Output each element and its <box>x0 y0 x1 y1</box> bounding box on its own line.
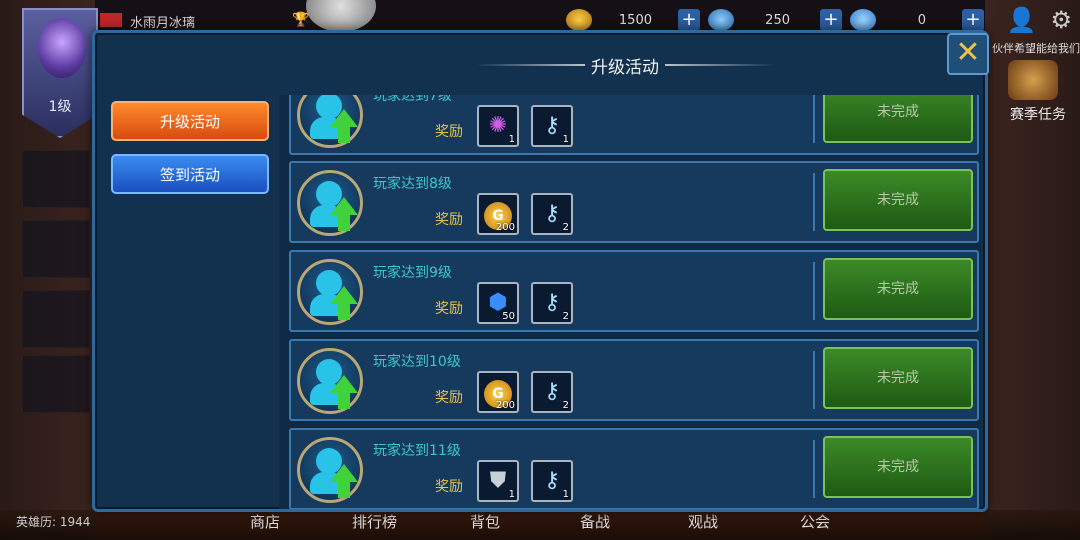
reward-label: 奖励 <box>435 212 463 228</box>
row-divider <box>813 440 815 498</box>
nav-leaderboard[interactable]: 排行榜 <box>352 511 397 532</box>
gold-amount: 1500 <box>618 13 652 28</box>
side-slot <box>22 355 90 413</box>
row-title: 玩家达到8级 <box>373 176 452 192</box>
item-count: 200 <box>495 400 515 411</box>
row-title: 玩家达到7级 <box>373 95 452 104</box>
level-up-icon <box>297 259 363 325</box>
reward-label: 奖励 <box>435 124 463 140</box>
row-divider <box>813 95 815 143</box>
row-title: 玩家达到9级 <box>373 265 452 281</box>
nav-prepare[interactable]: 备战 <box>580 511 610 532</box>
crystal-amount: 250 <box>765 13 790 28</box>
side-slot <box>22 150 90 208</box>
friends-icon[interactable]: 👤 <box>1007 6 1037 34</box>
top-right-icons: 👤 ⚙ <box>1007 6 1072 34</box>
item-count: 2 <box>562 400 569 411</box>
gear-icon[interactable]: ⚙ <box>1050 6 1072 34</box>
item-count: 200 <box>495 222 515 233</box>
list-item: 玩家达到11级 奖励 ⛊ 1 ⚷ 1 未完成 <box>289 428 979 509</box>
reward-label: 奖励 <box>435 301 463 317</box>
key-icon[interactable]: ⚷ 2 <box>531 193 573 235</box>
item-count: 1 <box>562 489 569 500</box>
key-icon[interactable]: ⚷ 2 <box>531 371 573 413</box>
row-title: 玩家达到10级 <box>373 354 461 370</box>
row-divider <box>813 351 815 409</box>
purple-orb-icon[interactable]: ✺ 1 <box>477 105 519 147</box>
row-divider <box>813 262 815 320</box>
blue-crystal-icon[interactable]: ⬢ 50 <box>477 282 519 324</box>
item-count: 2 <box>562 222 569 233</box>
item-count: 50 <box>502 311 515 322</box>
add-diamond-button[interactable]: + <box>962 9 984 31</box>
player-crest-icon <box>38 18 86 78</box>
list-item: 玩家达到8级 奖励 G 200 ⚷ 2 未完成 <box>289 161 979 243</box>
level-up-icon <box>297 95 363 148</box>
nav-guild[interactable]: 公会 <box>800 511 830 532</box>
player-avatar[interactable]: 1级 <box>22 8 98 138</box>
country-flag-icon <box>100 13 122 27</box>
activity-list[interactable]: 玩家达到7级 奖励 ✺ 1 ⚷ 1 未完成 玩家达到8级 奖励 G 200 ⚷ 2 未完… <box>279 95 981 509</box>
side-slot <box>22 220 90 278</box>
side-slot <box>22 290 90 348</box>
add-gold-button[interactable]: + <box>678 9 700 31</box>
diamond-amount: 0 <box>917 13 926 28</box>
tab-checkin-activity[interactable]: 签到活动 <box>111 154 269 194</box>
gold-coin-icon[interactable]: G 200 <box>477 193 519 235</box>
era-label: 英雄历: 1944 <box>16 515 91 529</box>
list-item: 玩家达到7级 奖励 ✺ 1 ⚷ 1 未完成 <box>289 95 979 155</box>
status-button[interactable]: 未完成 <box>823 258 973 320</box>
player-name: 水雨月冰璃 <box>130 16 196 31</box>
key-icon[interactable]: ⚷ 2 <box>531 282 573 324</box>
upgrade-activity-modal: 升级活动 ✕ 升级活动 签到活动 玩家达到7级 奖励 ✺ 1 ⚷ 1 未完成 玩家达… <box>92 30 989 512</box>
modal-header: 升级活动 <box>475 51 775 78</box>
level-up-icon <box>297 170 363 236</box>
gold-coin-icon[interactable]: G 200 <box>477 371 519 413</box>
status-button[interactable]: 未完成 <box>823 169 973 231</box>
gold-coin-icon <box>566 9 592 31</box>
status-button[interactable]: 未完成 <box>823 95 973 143</box>
tab-upgrade-activity[interactable]: 升级活动 <box>111 101 269 141</box>
reward-label: 奖励 <box>435 390 463 406</box>
item-count: 1 <box>508 489 515 500</box>
row-divider <box>813 173 815 231</box>
status-button[interactable]: 未完成 <box>823 347 973 409</box>
trophy-icon: 🏆 <box>292 12 310 28</box>
partner-text: 伙伴希望能给我们 <box>992 42 1080 55</box>
bottom-nav <box>0 510 1080 540</box>
level-up-icon <box>297 437 363 503</box>
add-crystal-button[interactable]: + <box>820 9 842 31</box>
level-up-icon <box>297 348 363 414</box>
key-icon[interactable]: ⚷ 1 <box>531 460 573 502</box>
item-count: 1 <box>508 134 515 145</box>
season-task-label: 赛季任务 <box>1010 107 1066 123</box>
list-item: 玩家达到10级 奖励 G 200 ⚷ 2 未完成 <box>289 339 979 421</box>
row-title: 玩家达到11级 <box>373 443 461 459</box>
header-line <box>665 64 775 66</box>
reward-label: 奖励 <box>435 479 463 495</box>
helmet-stone-icon[interactable]: ⛊ 1 <box>477 460 519 502</box>
season-task-icon[interactable] <box>1008 60 1058 100</box>
close-button[interactable]: ✕ <box>947 33 989 75</box>
status-button[interactable]: 未完成 <box>823 436 973 498</box>
nav-spectate[interactable]: 观战 <box>688 511 718 532</box>
item-count: 2 <box>562 311 569 322</box>
nav-backpack[interactable]: 背包 <box>470 511 500 532</box>
key-icon[interactable]: ⚷ 1 <box>531 105 573 147</box>
item-count: 1 <box>562 134 569 145</box>
nav-shop[interactable]: 商店 <box>250 511 280 532</box>
list-item: 玩家达到9级 奖励 ⬢ 50 ⚷ 2 未完成 <box>289 250 979 332</box>
player-level: 1级 <box>48 99 72 115</box>
